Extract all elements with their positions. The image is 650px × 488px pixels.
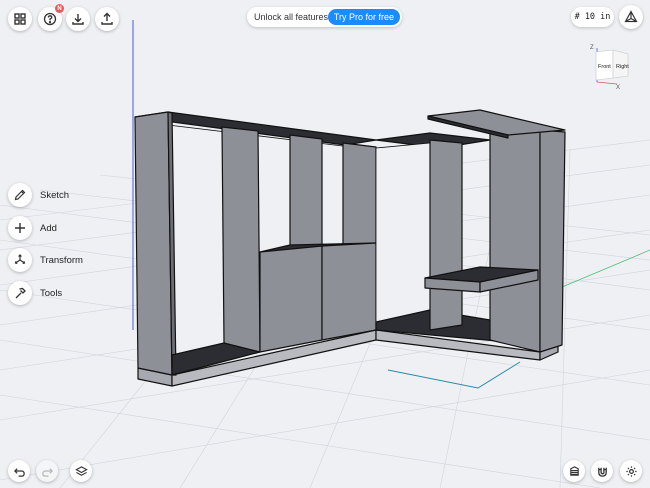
tool-add-icon-wrap [8, 216, 32, 240]
share-icon [101, 12, 113, 25]
promo-text: Unlock all features [254, 12, 329, 22]
cube-right-label: Right [616, 64, 629, 70]
view-cube[interactable]: Z X Front Right [587, 42, 637, 92]
grid-size-button[interactable]: # 10 in [571, 7, 614, 27]
cube-axis-x-label: X [616, 85, 620, 91]
cube-x-axis [596, 81, 618, 85]
back-wall-right [375, 142, 431, 323]
help-icon [43, 12, 57, 26]
layers-button[interactable] [70, 460, 92, 482]
3d-viewport[interactable] [0, 0, 650, 488]
divider-4 [429, 139, 463, 331]
door-left-1 [259, 245, 323, 353]
undo-icon [13, 467, 25, 477]
redo-button[interactable] [36, 460, 58, 482]
tool-transform-icon-wrap [8, 248, 32, 272]
transform-icon [14, 254, 26, 264]
left-end-panel [134, 111, 173, 376]
material-button[interactable] [563, 460, 585, 482]
tool-sketch[interactable]: Sketch [8, 182, 98, 208]
grid-menu-button[interactable] [8, 7, 32, 31]
cube-front-label: Front [598, 64, 611, 70]
floor-outline [387, 361, 521, 389]
material-icon [569, 465, 579, 476]
snap-button[interactable] [591, 460, 613, 482]
settings-button[interactable] [620, 460, 642, 482]
tool-transform-label: Transform [40, 254, 83, 266]
grid-menu-icon [14, 13, 26, 25]
tool-tools-label: Tools [40, 287, 63, 299]
view-settings-button[interactable] [619, 5, 643, 29]
notification-badge: N [55, 4, 64, 13]
undo-button[interactable] [8, 460, 30, 482]
divider-1 [221, 126, 261, 353]
download-icon [72, 14, 84, 25]
tool-sketch-icon-wrap [8, 183, 32, 207]
pencil-icon [14, 189, 26, 201]
divider-5 [489, 127, 541, 353]
tool-tools[interactable]: Tools [8, 280, 98, 306]
tool-transform[interactable]: Transform [8, 247, 98, 273]
snap-magnet-icon [597, 467, 607, 477]
promo-banner: Unlock all features Try Pro for free [247, 7, 402, 27]
door-left-2 [321, 242, 377, 341]
tool-sketch-label: Sketch [40, 189, 70, 201]
right-end-panel [539, 129, 566, 353]
tool-add[interactable]: Add [8, 215, 98, 241]
redo-icon [41, 467, 53, 477]
export-button[interactable] [95, 7, 119, 31]
hammer-icon [15, 287, 26, 299]
tool-add-label: Add [40, 222, 57, 234]
tool-tools-icon-wrap [8, 281, 32, 305]
shelving-model [134, 109, 566, 387]
try-pro-button[interactable]: Try Pro for free [327, 9, 400, 25]
settings-gear-icon [625, 465, 637, 477]
layers-icon [74, 465, 88, 476]
cube-axis-z-label: Z [590, 45, 594, 51]
plus-icon [15, 223, 25, 233]
perspective-icon [624, 10, 638, 23]
import-button[interactable] [66, 7, 90, 31]
